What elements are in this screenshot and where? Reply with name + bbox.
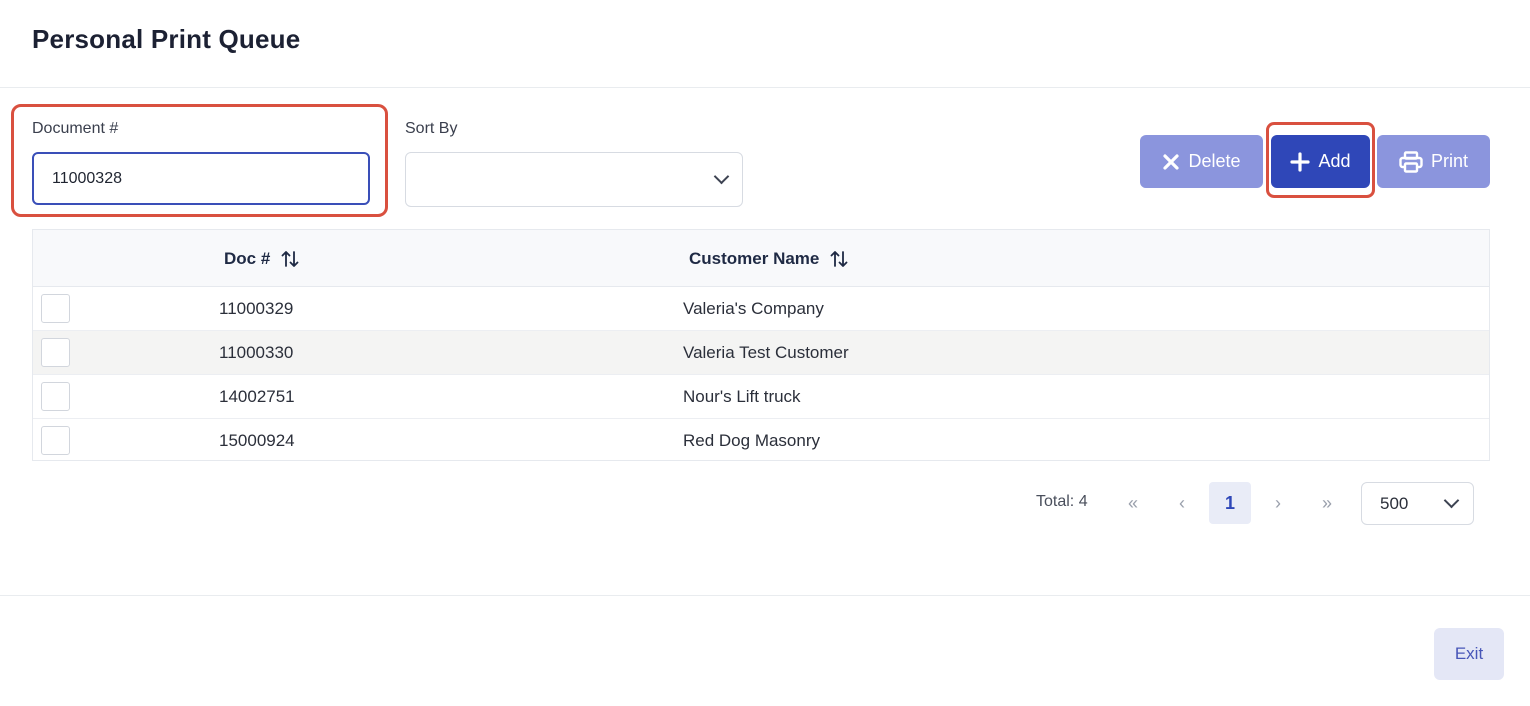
- row-checkbox[interactable]: [41, 426, 70, 455]
- column-header-customer-label: Customer Name: [689, 249, 820, 268]
- sort-icon: [830, 251, 848, 267]
- print-queue-table: Doc # Customer Name 11000329 Valeria's C…: [32, 229, 1490, 461]
- delete-button-label: Delete: [1188, 151, 1241, 171]
- document-label: Document #: [32, 120, 119, 137]
- doc-number-cell: 11000330: [219, 343, 294, 362]
- table-row: 14002751 Nour's Lift truck: [33, 375, 1489, 419]
- row-checkbox[interactable]: [41, 382, 70, 411]
- chevron-down-icon: [713, 168, 730, 185]
- printer-icon: [1399, 150, 1423, 173]
- add-button[interactable]: Add: [1271, 135, 1370, 188]
- delete-button[interactable]: Delete: [1140, 135, 1263, 188]
- sort-by-label: Sort By: [405, 120, 458, 137]
- last-page-button[interactable]: »: [1306, 482, 1348, 524]
- next-page-button[interactable]: ›: [1257, 482, 1299, 524]
- print-button-label: Print: [1430, 151, 1468, 171]
- print-button[interactable]: Print: [1377, 135, 1490, 188]
- table-row: 15000924 Red Dog Masonry: [33, 419, 1489, 463]
- add-button-label: Add: [1318, 151, 1351, 171]
- row-checkbox[interactable]: [41, 338, 70, 367]
- doc-number-cell: 11000329: [219, 299, 294, 318]
- row-checkbox[interactable]: [41, 294, 70, 323]
- doc-number-cell: 15000924: [219, 431, 295, 450]
- page-size-select[interactable]: 500: [1361, 482, 1474, 525]
- page-size-value: 500: [1380, 494, 1409, 513]
- page-button-current[interactable]: 1: [1209, 482, 1251, 524]
- page-header: Personal Print Queue: [0, 0, 1530, 88]
- table-row: 11000329 Valeria's Company: [33, 287, 1489, 331]
- close-icon: [1163, 153, 1180, 170]
- sort-by-select[interactable]: [405, 152, 743, 207]
- prev-page-button[interactable]: ‹: [1161, 482, 1203, 524]
- customer-name-cell: Red Dog Masonry: [683, 431, 821, 450]
- page-footer: [0, 595, 1530, 706]
- customer-name-cell: Valeria's Company: [683, 299, 824, 318]
- page-title: Personal Print Queue: [32, 24, 301, 54]
- sort-icon: [281, 251, 299, 267]
- customer-name-cell: Valeria Test Customer: [683, 343, 849, 362]
- exit-button[interactable]: Exit: [1434, 628, 1504, 680]
- plus-icon: [1290, 151, 1311, 172]
- first-page-button[interactable]: «: [1112, 482, 1154, 524]
- customer-name-cell: Nour's Lift truck: [683, 387, 801, 406]
- column-header-customer[interactable]: Customer Name: [689, 249, 849, 269]
- pagination-total: Total: 4: [1036, 493, 1088, 510]
- table-row: 11000330 Valeria Test Customer: [33, 331, 1489, 375]
- column-header-doc-label: Doc #: [224, 249, 271, 268]
- chevron-down-icon: [1443, 492, 1460, 509]
- table-header: Doc # Customer Name: [33, 230, 1489, 287]
- doc-number-cell: 14002751: [219, 387, 295, 406]
- document-input[interactable]: [32, 152, 370, 205]
- column-header-doc[interactable]: Doc #: [224, 249, 300, 269]
